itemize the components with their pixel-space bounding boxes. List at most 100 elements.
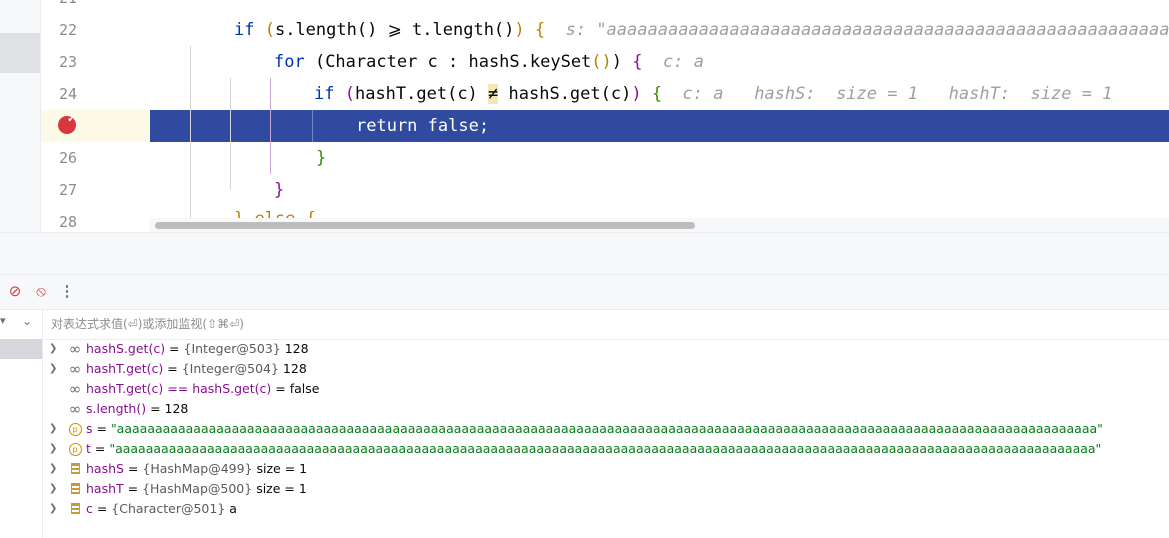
variable-value: "aaaaaaaaaaaaaaaaaaaaaaaaaaaaaaaaaaaaaaa… bbox=[110, 421, 1103, 436]
chevron-right-icon[interactable]: ❯ bbox=[49, 459, 59, 479]
breakpoint-check-icon: ✓ bbox=[67, 113, 77, 125]
chevron-right-icon[interactable]: ❯ bbox=[49, 419, 59, 439]
chevron-right-icon[interactable]: ❯ bbox=[49, 499, 59, 519]
variable-type: {Integer@504} bbox=[181, 361, 279, 376]
equals-sign: = bbox=[146, 401, 165, 416]
code-text: t.length() bbox=[401, 20, 515, 40]
mute-breakpoints-icon[interactable]: ⦸ bbox=[32, 283, 50, 301]
code-line-22[interactable]: if (s.length() ⩾ t.length()) { s: "aaaaa… bbox=[150, 14, 1169, 46]
glasses-icon: ∞ bbox=[68, 400, 82, 418]
paren: ) bbox=[631, 84, 642, 104]
indent-guide bbox=[270, 78, 271, 174]
paren: ) bbox=[514, 20, 525, 40]
equals-sign: = bbox=[92, 421, 111, 436]
variable-row[interactable]: ∞ s.length() = 128 bbox=[43, 399, 1169, 419]
brace: { bbox=[641, 84, 663, 104]
code-text: return false; bbox=[356, 116, 490, 136]
variable-value: size = 1 bbox=[252, 461, 308, 476]
variable-name: hashT bbox=[86, 481, 124, 496]
variable-value: 128 bbox=[280, 341, 309, 356]
debug-toolbar bbox=[0, 275, 1169, 310]
variable-name: s.length() bbox=[86, 401, 147, 416]
line-number: 28 bbox=[58, 213, 77, 231]
variable-row[interactable]: ∞ hashT.get(c) == hashS.get(c) = false bbox=[43, 379, 1169, 399]
parameter-icon: p bbox=[67, 419, 83, 439]
more-vertical-icon[interactable]: ⋮ bbox=[58, 283, 76, 301]
code-line-23[interactable]: for (Character c : hashS.keySet()) { c: … bbox=[150, 46, 1169, 78]
parameter-icon: p bbox=[67, 439, 83, 459]
chevron-right-icon[interactable]: ❯ bbox=[49, 479, 59, 499]
variable-text: hashT.get(c) = {Integer@504} 128 bbox=[86, 359, 307, 379]
code-line-25-execution-point[interactable]: return false; bbox=[150, 110, 1169, 142]
variable-value: 128 bbox=[278, 361, 307, 376]
variable-row[interactable]: ❯ ∞ hashT.get(c) = {Integer@504} 128 bbox=[43, 359, 1169, 379]
field-icon bbox=[67, 459, 83, 481]
code-editor[interactable]: 21 22 23 24 26 27 28 ✓ if (s.length() ⩾ … bbox=[0, 0, 1169, 232]
variable-type: {HashMap@500} bbox=[142, 481, 253, 496]
equals-sign: = bbox=[163, 361, 182, 376]
equals-sign: = bbox=[90, 441, 110, 456]
frames-filter-icon[interactable]: ▾ bbox=[0, 314, 6, 327]
glasses-icon: ∞ bbox=[68, 380, 82, 398]
variable-name: hashS bbox=[86, 461, 124, 476]
variable-name: hashS.get(c) bbox=[86, 341, 166, 356]
inline-debug-hint: c: a hashS: size = 1 hashT: size = 1 bbox=[662, 84, 1113, 104]
evaluate-expression-input[interactable] bbox=[51, 315, 1151, 333]
variable-row[interactable]: ❯ c = {Character@501} a bbox=[43, 499, 1169, 519]
variable-row[interactable]: ❯ p s = "aaaaaaaaaaaaaaaaaaaaaaaaaaaaaaaaa… bbox=[43, 419, 1169, 439]
variable-row[interactable]: ❯ ∞ hashS.get(c) = {Integer@503} 128 bbox=[43, 339, 1169, 359]
view-breakpoints-icon[interactable]: ⊘ bbox=[6, 283, 24, 301]
horizontal-scrollbar-thumb[interactable] bbox=[155, 222, 695, 229]
equals-sign: = bbox=[165, 341, 184, 356]
variable-text: hashT = {HashMap@500} size = 1 bbox=[86, 479, 307, 499]
inline-debug-hint: c: a bbox=[642, 52, 704, 72]
paren: ( bbox=[254, 20, 275, 40]
debug-tool-window-header bbox=[0, 233, 1169, 275]
indent-guide bbox=[230, 78, 231, 190]
code-text: hashT.get(c) bbox=[354, 84, 489, 104]
code-line-27[interactable]: } bbox=[150, 174, 1169, 206]
chevron-right-icon[interactable]: ❯ bbox=[49, 339, 59, 359]
brace: } bbox=[274, 180, 285, 200]
variable-name: hashT.get(c) == hashS.get(c) bbox=[86, 381, 272, 396]
code-line-26[interactable]: } bbox=[150, 142, 1169, 174]
keyword: for bbox=[274, 52, 305, 72]
variable-text: hashS.get(c) = {Integer@503} 128 bbox=[86, 339, 309, 359]
variable-name: c bbox=[86, 501, 93, 516]
indent-guide bbox=[190, 46, 191, 218]
frames-list-selected-item[interactable] bbox=[0, 339, 42, 359]
line-number: 22 bbox=[58, 21, 77, 39]
inline-debug-hint: s: "aaaaaaaaaaaaaaaaaaaaaaaaaaaaaaaaaaaa… bbox=[565, 20, 1169, 40]
variable-row[interactable]: ❯ hashS = {HashMap@499} size = 1 bbox=[43, 459, 1169, 479]
line-number: 27 bbox=[58, 181, 77, 199]
field-icon bbox=[67, 479, 83, 501]
evaluate-expression-bar bbox=[43, 310, 1169, 340]
variable-value: a bbox=[225, 501, 237, 516]
variable-text: s.length() = 128 bbox=[86, 399, 188, 419]
variable-value: false bbox=[289, 381, 320, 396]
variable-text: c = {Character@501} a bbox=[86, 499, 237, 519]
equals-sign: = bbox=[123, 481, 143, 496]
chevron-down-icon[interactable]: ⌄ bbox=[22, 314, 32, 328]
brace: { bbox=[622, 52, 643, 72]
operator: ⩾ bbox=[387, 20, 402, 40]
variable-type: {Character@501} bbox=[111, 501, 226, 516]
variable-row[interactable]: ❯ p t = "aaaaaaaaaaaaaaaaaaaaaaaaaaaaaaaaa… bbox=[43, 439, 1169, 459]
code-text: ) bbox=[611, 52, 623, 72]
variable-row[interactable]: ❯ hashT = {HashMap@500} size = 1 bbox=[43, 479, 1169, 499]
chevron-right-icon[interactable]: ❯ bbox=[49, 359, 59, 379]
left-tool-strip-selected[interactable] bbox=[0, 33, 40, 73]
code-text: s.length() bbox=[274, 20, 388, 40]
equals-sign: = bbox=[271, 381, 290, 396]
code-text: hashS.get(c) bbox=[498, 84, 632, 104]
variable-value: 128 bbox=[164, 401, 189, 416]
variable-text: hashT.get(c) == hashS.get(c) = false bbox=[86, 379, 319, 399]
code-line-24[interactable]: if (hashT.get(c) ≠ hashS.get(c)) { c: a … bbox=[150, 78, 1169, 110]
equals-sign: = bbox=[92, 501, 112, 516]
chevron-right-icon[interactable]: ❯ bbox=[49, 439, 59, 459]
equals-sign: = bbox=[123, 461, 143, 476]
brace: { bbox=[524, 20, 546, 40]
glasses-icon: ∞ bbox=[68, 360, 82, 378]
line-number: 24 bbox=[58, 85, 77, 103]
variable-value: size = 1 bbox=[252, 481, 307, 496]
